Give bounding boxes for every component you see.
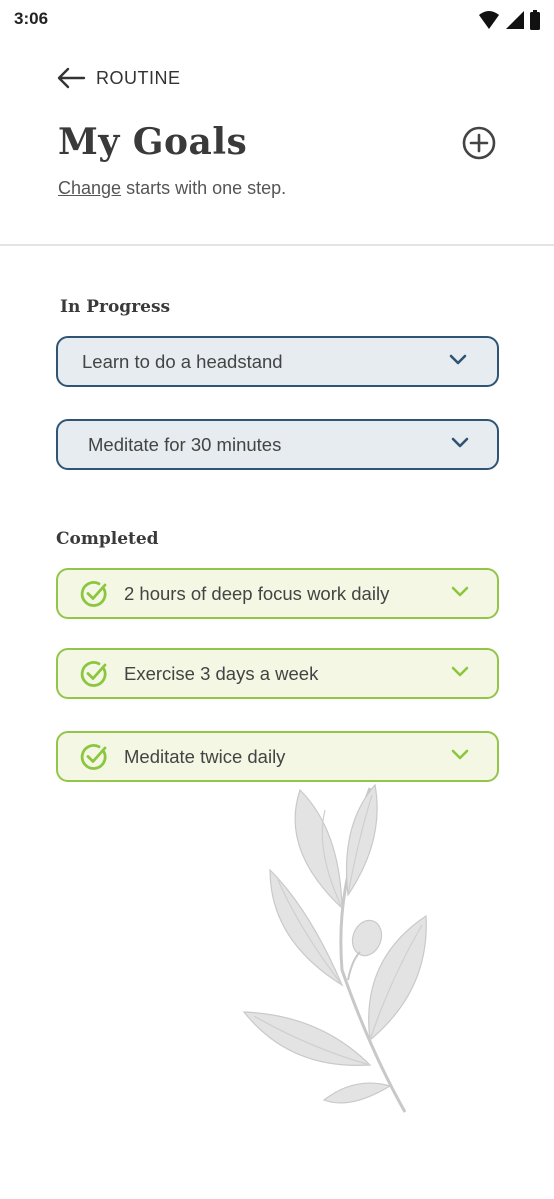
goal-item-completed[interactable]: 2 hours of deep focus work daily xyxy=(56,568,499,619)
status-icons xyxy=(478,10,540,30)
page-title: My Goals xyxy=(58,121,248,163)
back-label: ROUTINE xyxy=(96,67,181,88)
cellular-signal-icon xyxy=(506,11,524,29)
chevron-down-icon xyxy=(449,354,467,365)
goal-text: Meditate for 30 minutes xyxy=(88,433,282,455)
check-circle-icon xyxy=(80,743,108,771)
chevron-down-icon xyxy=(451,586,469,597)
chevron-down-icon xyxy=(451,437,469,448)
back-button[interactable]: ROUTINE xyxy=(56,67,181,89)
goal-item-in-progress[interactable]: Learn to do a headstand xyxy=(56,336,499,387)
change-link[interactable]: Change xyxy=(58,178,121,198)
check-circle-icon xyxy=(80,580,108,608)
goal-item-in-progress[interactable]: Meditate for 30 minutes xyxy=(56,419,499,470)
plant-illustration xyxy=(242,783,427,1113)
status-bar: 3:06 xyxy=(0,0,554,40)
arrow-left-icon xyxy=(57,67,86,89)
page-subtitle: Change starts with one step. xyxy=(58,178,286,199)
add-goal-button[interactable] xyxy=(461,125,497,166)
battery-icon xyxy=(530,10,540,30)
chevron-down-icon xyxy=(451,666,469,677)
wifi-icon xyxy=(479,11,499,29)
completed-heading: Completed xyxy=(56,529,159,549)
header-divider xyxy=(0,244,554,246)
plus-circle-icon xyxy=(462,126,496,160)
subtitle-text: starts with one step. xyxy=(121,178,287,198)
chevron-down-icon xyxy=(451,749,469,760)
check-circle-icon xyxy=(80,660,108,688)
goal-text: Exercise 3 days a week xyxy=(124,662,319,684)
goal-text: Learn to do a headstand xyxy=(82,350,283,372)
goal-text: Meditate twice daily xyxy=(124,745,286,767)
status-time: 3:06 xyxy=(14,9,49,28)
in-progress-heading: In Progress xyxy=(60,297,171,317)
goal-item-completed[interactable]: Exercise 3 days a week xyxy=(56,648,499,699)
goal-text: 2 hours of deep focus work daily xyxy=(124,582,390,604)
goal-item-completed[interactable]: Meditate twice daily xyxy=(56,731,499,782)
